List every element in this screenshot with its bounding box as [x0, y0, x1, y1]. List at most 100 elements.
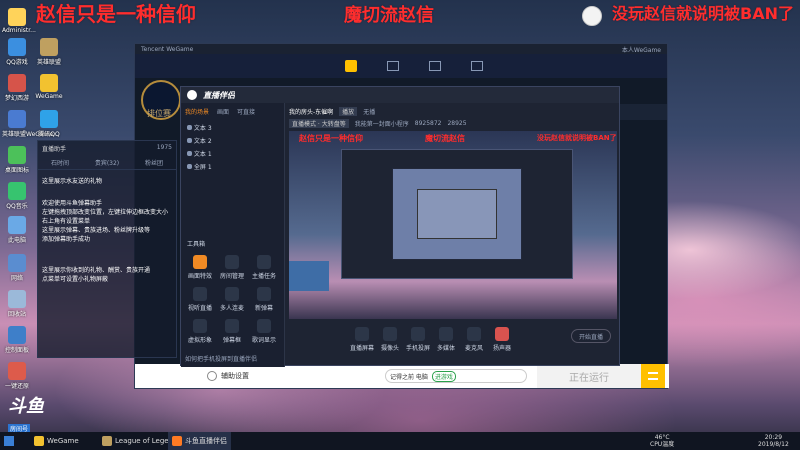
live-titlebar: 直播伴侣 [181, 87, 619, 103]
taskbar-item-douyu[interactable]: 斗鱼直播伴侣 [168, 432, 231, 450]
douyu-icon [172, 436, 182, 446]
desktop-icon-lol-wegame[interactable]: 英雄联盟WeGame... [2, 110, 59, 138]
desktop-icon-network[interactable]: 网络 [2, 254, 32, 282]
desktop-icon-mhxy[interactable]: 梦幻西游 [2, 74, 32, 102]
chat-messages: 欢迎使用斗鱼弹幕助手 左键拖拽顶部改变位置，左键拉伸边框改变大小 右上角有设置菜… [42, 200, 169, 243]
running-button[interactable]: 正在运行 [537, 364, 641, 388]
eye-icon[interactable] [187, 164, 192, 169]
restore-icon [8, 362, 26, 380]
desktop-icon-recycle[interactable]: 回收站 [2, 290, 32, 318]
preview-canvas[interactable]: 赵信只是一种信仰 魔切流赵信 没玩赵信就说明被BAN了 [289, 131, 617, 319]
desktop-icon-lol[interactable]: 英雄联盟 [34, 38, 64, 66]
cpu-temp[interactable]: 46°C CPU温度 [646, 432, 678, 450]
news-icon[interactable] [471, 61, 483, 71]
tool-live[interactable]: 视听直播 [185, 287, 215, 312]
right-tag: 无播 [363, 109, 376, 116]
scene-tag[interactable]: 播放 [339, 107, 358, 116]
taskbar-item-wegame[interactable]: WeGame [30, 432, 83, 450]
preview-overlay-center: 魔切流赵信 [425, 134, 465, 143]
layer-item[interactable]: 文本 2 [187, 135, 278, 148]
layer-item[interactable]: 文本 3 [187, 122, 278, 135]
desktop-icon [8, 146, 26, 164]
media-icon [439, 327, 453, 341]
lol-icon [8, 110, 26, 128]
desktop-icon-qqmusic[interactable]: QQ音乐 [2, 182, 32, 210]
tool-danmu[interactable]: 新弹幕 [249, 287, 279, 312]
desktop-icon-admin[interactable]: Administr... [2, 8, 36, 34]
danmu-box-icon [225, 319, 239, 333]
home-icon[interactable] [345, 60, 357, 72]
menu-button[interactable] [641, 364, 665, 388]
preview-overlay-right: 没玩赵信就说明被BAN了 [537, 134, 617, 142]
lol-icon [40, 38, 58, 56]
layer-list: 文本 3 文本 2 文本 1 全屏 1 [181, 120, 284, 176]
desktop-icon-wegame[interactable]: WeGame [34, 74, 64, 100]
camera-button[interactable]: 摄像头 [375, 327, 405, 352]
microphone-icon [467, 327, 481, 341]
tool-avatar[interactable]: 虚拟形象 [185, 319, 215, 344]
eye-icon[interactable] [187, 138, 192, 143]
app-logo-text: 直播伴侣 [203, 90, 235, 100]
league-tab[interactable]: 排位赛 [147, 108, 171, 119]
media-icon[interactable] [429, 61, 441, 71]
tool-multi[interactable]: 多人连麦 [217, 287, 247, 312]
media-button[interactable]: 多媒体 [431, 327, 461, 352]
qq-icon [40, 110, 58, 128]
speaker-icon [495, 327, 509, 341]
start-live-button[interactable]: 开始直播 [571, 329, 611, 343]
qq-game-icon [8, 38, 26, 56]
tab-picture[interactable]: 画面 [217, 107, 229, 116]
wegame-titlebar: Tencent WeGame 本人WeGame [135, 44, 667, 54]
monitor-icon [355, 327, 369, 341]
avatar-icon [582, 6, 602, 26]
tab-fans[interactable]: 粉丝团 [145, 158, 163, 167]
mic-button[interactable]: 麦克风 [459, 327, 489, 352]
desktop-icon-tiles[interactable]: 桌面图标 [2, 146, 32, 174]
wegame-title: Tencent WeGame [141, 45, 194, 53]
wegame-topnav [135, 54, 667, 78]
desktop-icon-qq[interactable]: 腾讯QQ [34, 110, 64, 138]
store-icon[interactable] [387, 61, 399, 71]
game-status-pill[interactable]: 记得之前 电脑 进游戏 [385, 369, 527, 383]
room-category[interactable]: 直播模式 · 大转盘等 [289, 119, 349, 128]
tool-effects[interactable]: 画面特效 [185, 255, 215, 280]
eye-icon[interactable] [187, 151, 192, 156]
nested-preview [341, 149, 573, 279]
tool-room[interactable]: 房间管理 [217, 255, 247, 280]
chat-message: 这里展示水友送的礼物 [42, 178, 103, 185]
phone-cast-button[interactable]: 手机投屏 [403, 327, 433, 352]
menu-icon [648, 372, 658, 380]
tab-vip[interactable]: 贵宾(32) [95, 158, 119, 167]
speaker-button[interactable]: 扬声器 [487, 327, 517, 352]
task-icon [257, 255, 271, 269]
desktop-icon-qqgame[interactable]: QQ游戏 [2, 38, 32, 66]
lyrics-icon [257, 319, 271, 333]
screen-capture-button[interactable]: 直播屏幕 [347, 327, 377, 352]
chat-helper-panel[interactable]: 直播助手 1975 石时间 贵宾(32) 粉丝团 这里展示水友送的礼物 欢迎使用… [37, 140, 177, 358]
desktop-icon-restore[interactable]: 一键还原 [2, 362, 32, 390]
tool-lyrics[interactable]: 歌词显示 [249, 319, 279, 344]
clock[interactable]: 20:29 2019/8/12 [754, 432, 793, 450]
layer-item[interactable]: 文本 1 [187, 148, 278, 161]
tab-time[interactable]: 石时间 [51, 158, 69, 167]
eye-icon[interactable] [187, 125, 192, 130]
phone-cast-tip[interactable]: 如何把手机投屏到直播伴侣 [185, 354, 257, 363]
live-companion-window: 直播伴侣 我的场景 画面 可直接 文本 3 文本 2 文本 1 全屏 1 工具箱… [180, 86, 620, 367]
douyu-logo-icon [187, 90, 197, 100]
preview-brand-logo [289, 261, 329, 291]
camera-icon [383, 327, 397, 341]
gift-messages: 这里展示你收到的礼物、酬赏、贵族开通 点菜单可设置小礼物屏蔽 [42, 267, 151, 283]
tab-direct[interactable]: 可直接 [237, 107, 255, 116]
helper-settings-link[interactable]: 辅助设置 [221, 371, 249, 381]
computer-icon [8, 216, 26, 234]
wegame-icon [40, 74, 58, 92]
desktop-icon-control[interactable]: 控制面板 [2, 326, 32, 354]
room-info: 我能第一封面小程序 [354, 121, 409, 128]
tool-task[interactable]: 主播任务 [249, 255, 279, 280]
tool-danmu-box[interactable]: 弹幕框 [217, 319, 247, 344]
windows-start-icon[interactable] [4, 436, 14, 446]
follower-count: 1975 [156, 144, 172, 151]
desktop-icon-computer[interactable]: 此电脑 [2, 216, 32, 244]
layer-item[interactable]: 全屏 1 [187, 161, 278, 174]
tab-my-scene[interactable]: 我的场景 [185, 107, 209, 116]
